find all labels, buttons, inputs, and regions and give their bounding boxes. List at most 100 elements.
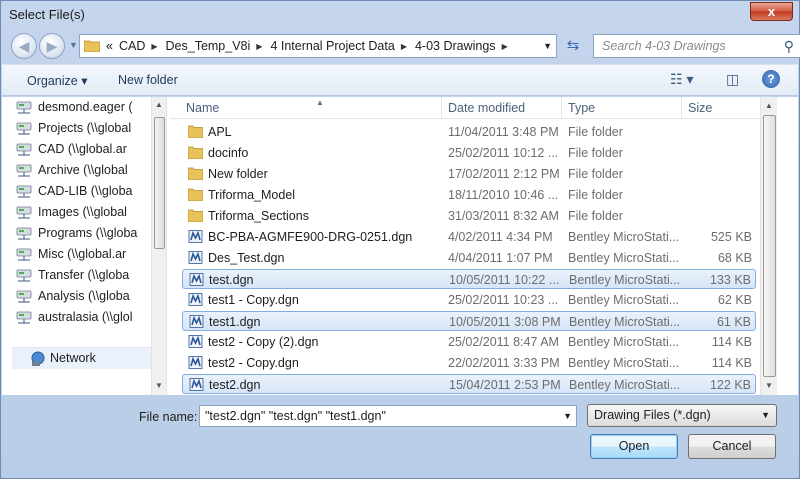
breadcrumb-overflow[interactable]: « — [106, 39, 113, 53]
file-size: 62 KB — [717, 293, 752, 307]
sidebar-item-drive[interactable]: Programs (\\globa — [16, 223, 137, 244]
file-list-scroll-thumb[interactable] — [763, 115, 776, 377]
network-icon — [31, 351, 45, 366]
scroll-up-icon[interactable]: ▲ — [765, 101, 773, 110]
file-list: Name ▲ Date modified Type Size ▲ ▼ APL 11… — [170, 97, 798, 395]
sidebar-item-drive[interactable]: Archive (\\global — [16, 160, 128, 181]
navigation-pane: australasia (\\glol Analysis (\\globa Tran… — [2, 97, 167, 395]
recent-locations-icon[interactable]: ▼ — [69, 40, 78, 50]
sidebar-item-drive[interactable]: CAD (\\global.ar — [16, 139, 127, 160]
sidebar-item-drive[interactable]: CAD-LIB (\\globa — [16, 181, 132, 202]
file-name: test.dgn — [209, 273, 254, 287]
scroll-down-icon[interactable]: ▼ — [155, 381, 163, 390]
sidebar-item-drive[interactable]: australasia (\\glol — [16, 307, 133, 328]
new-folder-button[interactable]: New folder — [118, 73, 178, 87]
file-row[interactable]: Triforma_Sections 31/03/2011 8:32 AM File … — [182, 206, 756, 226]
forward-button[interactable]: ▶ — [39, 33, 65, 59]
help-icon[interactable]: ? — [762, 70, 780, 88]
microstation-file-icon — [188, 335, 203, 348]
file-row[interactable]: test1.dgn 10/05/2011 3:08 PM Bentley Micro… — [182, 311, 756, 331]
cancel-button[interactable]: Cancel — [688, 434, 776, 459]
organize-button[interactable]: Organize ▾ — [27, 73, 87, 88]
sidebar-item-network[interactable]: Network — [12, 347, 151, 369]
file-row[interactable]: test.dgn 10/05/2011 10:22 ... Bentley Micr… — [182, 269, 756, 289]
file-row[interactable]: BC-PBA-AGMFE900-DRG-0251.dgn 4/02/2011 4:… — [182, 227, 756, 247]
file-name: Triforma_Model — [208, 188, 296, 202]
open-button[interactable]: Open — [590, 434, 678, 459]
breadcrumb-item[interactable]: 4 Internal Project Data — [270, 39, 394, 53]
network-drive-icon — [16, 206, 32, 219]
file-list-scrollbar[interactable]: ▲ ▼ — [760, 97, 777, 395]
sidebar-scrollbar[interactable]: ▲ ▼ — [151, 97, 166, 395]
select-files-dialog: Select File(s) x ◀ ▶ ▼ « CAD ▶ Des_Temp_… — [0, 0, 800, 479]
file-date: 17/02/2011 2:12 PM — [448, 167, 560, 181]
file-row[interactable]: New folder 17/02/2011 2:12 PM File folder — [182, 164, 756, 184]
sidebar-item-drive[interactable]: Projects (\\global — [16, 118, 131, 139]
file-type: File folder — [568, 209, 623, 223]
file-type: Bentley MicroStati... — [569, 378, 681, 392]
search-input[interactable]: Search 4-03 Drawings ⚲ — [593, 34, 800, 58]
breadcrumb-item[interactable]: Des_Temp_V8i — [166, 39, 251, 53]
file-row[interactable]: Triforma_Model 18/11/2010 10:46 ... File f… — [182, 185, 756, 205]
chevron-right-icon[interactable]: ▶ — [502, 42, 508, 51]
file-row[interactable]: test2 - Copy (2).dgn 25/02/2011 8:47 AM Be… — [182, 332, 756, 352]
file-date: 18/11/2010 10:46 ... — [448, 188, 559, 202]
file-row[interactable]: test2.dgn 15/04/2011 2:53 PM Bentley Micro… — [182, 374, 756, 394]
file-row[interactable]: Des_Test.dgn 4/04/2011 1:07 PM Bentley Mic… — [182, 248, 756, 268]
search-icon[interactable]: ⚲ — [784, 35, 794, 57]
search-placeholder: Search 4-03 Drawings — [602, 39, 726, 53]
view-options-icon[interactable]: ☷ ▾ — [670, 71, 693, 88]
sidebar-item-label: Images (\\global — [38, 205, 127, 219]
file-size: 68 KB — [717, 251, 752, 265]
sidebar-item-drive[interactable]: Analysis (\\globa — [16, 286, 130, 307]
scroll-up-icon[interactable]: ▲ — [155, 100, 163, 109]
file-name: test2.dgn — [209, 378, 261, 392]
chevron-right-icon[interactable]: ▶ — [151, 42, 157, 51]
file-row[interactable]: docinfo 25/02/2011 10:12 ... File folder — [182, 143, 756, 163]
file-type: Bentley MicroStati... — [568, 335, 680, 349]
file-size: 133 KB — [709, 273, 751, 287]
sidebar-item-label: desmond.eager ( — [38, 100, 133, 114]
back-button[interactable]: ◀ — [11, 33, 37, 59]
breadcrumb-item[interactable]: 4-03 Drawings — [415, 39, 496, 53]
sidebar-item-drive[interactable]: Images (\\global — [16, 202, 127, 223]
command-toolbar: Organize ▾ New folder ☷ ▾ ◫ ? — [2, 64, 798, 96]
close-button[interactable]: x — [750, 2, 793, 21]
file-name-value: "test2.dgn" "test.dgn" "test1.dgn" — [205, 409, 386, 423]
breadcrumb-item[interactable]: CAD — [119, 39, 145, 53]
network-drive-icon — [16, 185, 32, 198]
microstation-file-icon — [189, 273, 204, 286]
chevron-down-icon[interactable]: ▼ — [761, 405, 770, 426]
file-name: test1 - Copy.dgn — [208, 293, 299, 307]
column-header-type[interactable]: Type — [562, 97, 682, 119]
sidebar-item-drive[interactable]: Misc (\\global.ar — [16, 244, 126, 265]
address-bar[interactable]: « CAD ▶ Des_Temp_V8i ▶ 4 Internal Projec… — [79, 34, 557, 58]
sidebar-item-drive[interactable]: desmond.eager ( — [16, 97, 133, 118]
navigation-bar: ◀ ▶ ▼ « CAD ▶ Des_Temp_V8i ▶ 4 Internal … — [9, 32, 800, 59]
folder-icon — [188, 209, 203, 222]
column-header-size[interactable]: Size — [682, 97, 760, 119]
preview-pane-icon[interactable]: ◫ — [726, 71, 739, 88]
file-name-input[interactable]: "test2.dgn" "test.dgn" "test1.dgn" ▼ — [199, 405, 577, 427]
folder-icon — [188, 125, 203, 138]
refresh-icon[interactable]: ⇆ — [561, 34, 585, 58]
file-type-filter[interactable]: Drawing Files (*.dgn) ▼ — [587, 404, 777, 427]
file-name: test2 - Copy (2).dgn — [208, 335, 319, 349]
chevron-down-icon[interactable]: ▼ — [543, 41, 552, 51]
sidebar-scroll-thumb[interactable] — [154, 117, 165, 249]
scroll-down-icon[interactable]: ▼ — [765, 381, 773, 390]
chevron-right-icon[interactable]: ▶ — [401, 42, 407, 51]
file-row[interactable]: test1 - Copy.dgn 25/02/2011 10:23 ... Bent… — [182, 290, 756, 310]
chevron-right-icon[interactable]: ▶ — [256, 42, 262, 51]
column-header-date[interactable]: Date modified — [442, 97, 562, 119]
file-row[interactable]: test2 - Copy.dgn 22/02/2011 3:33 PM Bentle… — [182, 353, 756, 373]
column-headers: Name ▲ Date modified Type Size — [170, 97, 760, 119]
folder-icon — [188, 167, 203, 180]
sidebar-item-drive[interactable]: Transfer (\\globa — [16, 265, 129, 286]
column-header-name[interactable]: Name ▲ — [180, 97, 442, 119]
file-date: 25/02/2011 8:47 AM — [448, 335, 559, 349]
file-type: Bentley MicroStati... — [569, 315, 681, 329]
chevron-down-icon[interactable]: ▼ — [563, 406, 572, 426]
file-row[interactable]: APL 11/04/2011 3:48 PM File folder — [182, 122, 756, 142]
file-name: Triforma_Sections — [208, 209, 309, 223]
